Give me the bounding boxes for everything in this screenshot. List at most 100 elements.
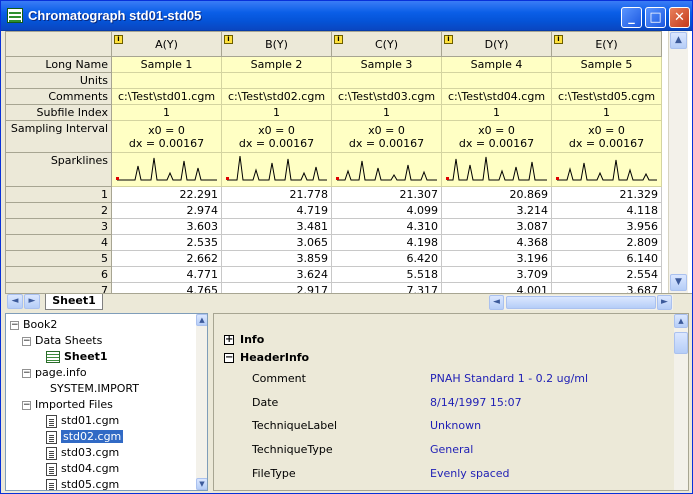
sampling-cell[interactable]: x0 = 0 dx = 0.00167 — [551, 120, 662, 153]
column-header[interactable]: i D(Y) — [441, 31, 552, 57]
scroll-thumb[interactable] — [674, 332, 688, 354]
collapse-icon[interactable]: − — [10, 320, 19, 330]
data-cell[interactable]: 3.481 — [221, 218, 332, 235]
comment-cell[interactable]: c:\Test\std03.cgm — [331, 88, 442, 105]
tab-sheet1[interactable]: Sheet1 — [45, 294, 103, 310]
data-cell[interactable]: 2.974 — [111, 202, 222, 219]
scroll-down-button[interactable]: ▼ — [670, 274, 687, 291]
scroll-up-button[interactable]: ▲ — [670, 32, 687, 49]
data-cell[interactable]: 20.869 — [441, 186, 552, 203]
sampling-cell[interactable]: x0 = 0 dx = 0.00167 — [111, 120, 222, 153]
data-cell[interactable]: 4.368 — [441, 234, 552, 251]
long-name-cell[interactable]: Sample 2 — [221, 56, 332, 73]
collapse-icon[interactable]: − — [22, 336, 31, 346]
row-number[interactable]: 4 — [5, 234, 112, 251]
data-cell[interactable]: 2.535 — [111, 234, 222, 251]
row-label-sampling-interval[interactable]: Sampling Interval — [5, 120, 112, 153]
scroll-left-button[interactable]: ◄ — [489, 295, 504, 310]
organizer-tree[interactable]: − Book2 − Data Sheets Sheet1 − page.info SY… — [5, 313, 208, 491]
tree-node-book[interactable]: − Book2 — [10, 317, 57, 333]
data-cell[interactable]: 3.709 — [441, 266, 552, 283]
section-info[interactable]: + Info — [224, 332, 264, 348]
data-cell[interactable]: 6.140 — [551, 250, 662, 267]
data-cell[interactable]: 2.917 — [221, 282, 332, 293]
collapse-icon[interactable]: − — [22, 368, 31, 378]
scroll-up-button[interactable]: ▲ — [674, 314, 688, 328]
data-cell[interactable]: 4.099 — [331, 202, 442, 219]
units-cell[interactable] — [221, 72, 332, 89]
row-label-long-name[interactable]: Long Name — [5, 56, 112, 73]
data-cell[interactable]: 6.420 — [331, 250, 442, 267]
row-number[interactable]: 5 — [5, 250, 112, 267]
scroll-down-button[interactable]: ▼ — [196, 478, 207, 490]
units-cell[interactable] — [331, 72, 442, 89]
data-cell[interactable]: 21.307 — [331, 186, 442, 203]
tree-node-imported-files[interactable]: − Imported Files — [22, 397, 113, 413]
subfile-cell[interactable]: 1 — [331, 104, 442, 121]
data-cell[interactable]: 21.329 — [551, 186, 662, 203]
row-number[interactable]: 2 — [5, 202, 112, 219]
comment-cell[interactable]: c:\Test\std01.cgm — [111, 88, 222, 105]
data-cell[interactable]: 4.771 — [111, 266, 222, 283]
tab-prev-button[interactable]: ◄ — [7, 294, 23, 309]
data-cell[interactable]: 4.310 — [331, 218, 442, 235]
collapse-icon[interactable]: − — [22, 400, 31, 410]
tree-node-data-sheets[interactable]: − Data Sheets — [22, 333, 102, 349]
vertical-scrollbar[interactable]: ▲ ▼ — [668, 31, 688, 293]
close-button[interactable]: ✕ — [669, 7, 690, 28]
worksheet-grid[interactable]: i A(Y) i B(Y) i C(Y) i D(Y) i E(Y) Long Name … — [5, 31, 692, 293]
subfile-cell[interactable]: 1 — [111, 104, 222, 121]
data-cell[interactable]: 4.719 — [221, 202, 332, 219]
scroll-up-button[interactable]: ▲ — [196, 314, 207, 326]
data-cell[interactable]: 5.518 — [331, 266, 442, 283]
tree-node-file[interactable]: std03.cgm — [46, 445, 119, 461]
tree-node-file[interactable]: std04.cgm — [46, 461, 119, 477]
tree-node-sheet1[interactable]: Sheet1 — [46, 349, 108, 365]
maximize-button[interactable]: □ — [645, 7, 666, 28]
row-number[interactable]: 6 — [5, 266, 112, 283]
sampling-cell[interactable]: x0 = 0 dx = 0.00167 — [331, 120, 442, 153]
data-cell[interactable]: 4.765 — [111, 282, 222, 293]
horizontal-scrollbar[interactable]: ◄ ► — [489, 295, 673, 310]
tree-node-file[interactable]: std05.cgm — [46, 477, 119, 490]
data-cell[interactable]: 2.554 — [551, 266, 662, 283]
row-label-units[interactable]: Units — [5, 72, 112, 89]
long-name-cell[interactable]: Sample 1 — [111, 56, 222, 73]
data-cell[interactable]: 3.087 — [441, 218, 552, 235]
row-number[interactable]: 3 — [5, 218, 112, 235]
long-name-cell[interactable]: Sample 4 — [441, 56, 552, 73]
units-cell[interactable] — [551, 72, 662, 89]
minimize-button[interactable]: _ — [621, 7, 642, 28]
subfile-cell[interactable]: 1 — [221, 104, 332, 121]
row-number[interactable]: 1 — [5, 186, 112, 203]
sampling-cell[interactable]: x0 = 0 dx = 0.00167 — [221, 120, 332, 153]
tree-node-file-selected[interactable]: std02.cgm — [46, 429, 192, 445]
details-scrollbar[interactable]: ▲ — [674, 314, 688, 490]
data-cell[interactable]: 2.662 — [111, 250, 222, 267]
sparkline-cell[interactable] — [221, 152, 332, 187]
subfile-cell[interactable]: 1 — [441, 104, 552, 121]
data-cell[interactable]: 3.214 — [441, 202, 552, 219]
column-header[interactable]: i B(Y) — [221, 31, 332, 57]
data-cell[interactable]: 4.198 — [331, 234, 442, 251]
sparkline-cell[interactable] — [331, 152, 442, 187]
column-header[interactable]: i E(Y) — [551, 31, 662, 57]
data-cell[interactable]: 3.859 — [221, 250, 332, 267]
data-cell[interactable]: 4.001 — [441, 282, 552, 293]
tree-node-system-import[interactable]: SYSTEM.IMPORT — [50, 381, 139, 397]
sparkline-cell[interactable] — [551, 152, 662, 187]
row-label-sparklines[interactable]: Sparklines — [5, 152, 112, 187]
tab-next-button[interactable]: ► — [24, 294, 40, 309]
row-label-subfile-index[interactable]: Subfile Index — [5, 104, 112, 121]
long-name-cell[interactable]: Sample 5 — [551, 56, 662, 73]
scroll-thumb[interactable] — [506, 296, 656, 309]
data-cell[interactable]: 3.687 — [551, 282, 662, 293]
corner-cell[interactable] — [5, 31, 112, 57]
units-cell[interactable] — [441, 72, 552, 89]
data-cell[interactable]: 7.317 — [331, 282, 442, 293]
section-header-info[interactable]: − HeaderInfo — [224, 350, 309, 366]
comment-cell[interactable]: c:\Test\std05.cgm — [551, 88, 662, 105]
row-number[interactable]: 7 — [5, 282, 112, 293]
data-cell[interactable]: 21.778 — [221, 186, 332, 203]
sparkline-cell[interactable] — [111, 152, 222, 187]
